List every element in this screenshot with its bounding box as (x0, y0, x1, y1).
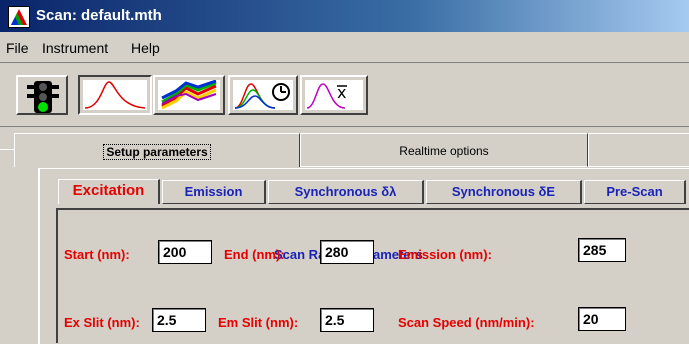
menu-help[interactable]: Help (131, 40, 160, 56)
scan-speed-label: Scan Speed (nm/min): (398, 315, 535, 330)
menu-instrument[interactable]: Instrument (42, 40, 108, 56)
traffic-light-icon (27, 81, 59, 113)
time-scan-button[interactable] (228, 75, 298, 115)
single-spectrum-button[interactable] (78, 75, 152, 115)
subtab-excitation[interactable]: Excitation (58, 179, 160, 204)
window-title: Scan: default.mth (36, 7, 162, 24)
toolbar: x (0, 63, 689, 123)
menu-file[interactable]: File (6, 40, 29, 56)
scan-speed-input[interactable]: 20 (578, 307, 626, 331)
peak-average-button[interactable]: x (300, 75, 368, 115)
subtab-synchronous-de[interactable]: Synchronous δE (426, 180, 582, 204)
menu-bar: File Instrument Help (0, 32, 689, 63)
time-scan-icon (234, 83, 290, 109)
tab-setup-parameters[interactable]: Setup parameters (14, 133, 300, 167)
multi-spectrum-icon (161, 80, 217, 110)
single-peak-spectrum-icon (84, 81, 146, 109)
tab-realtime-options[interactable]: Realtime options (300, 133, 588, 167)
multi-spectrum-button[interactable] (153, 75, 225, 115)
title-bar[interactable]: Scan: default.mth (0, 0, 689, 32)
subtab-emission[interactable]: Emission (162, 180, 266, 204)
end-label: End (nm): (224, 247, 285, 262)
ex-slit-input[interactable]: 2.5 (152, 308, 206, 332)
start-input[interactable]: 200 (158, 240, 212, 264)
tab-more[interactable] (588, 133, 689, 167)
peak-average-icon: x (306, 83, 347, 109)
app-icon (8, 6, 30, 28)
em-slit-input[interactable]: 2.5 (320, 308, 374, 332)
end-input[interactable]: 280 (320, 240, 374, 264)
subtab-prescan[interactable]: Pre-Scan (584, 180, 686, 204)
tab-setup-label: Setup parameters (103, 144, 211, 160)
tab-realtime-label: Realtime options (399, 144, 489, 158)
emission-label: Emission (nm): (398, 247, 492, 262)
em-slit-label: Em Slit (nm): (218, 315, 299, 330)
emission-input[interactable]: 285 (578, 238, 626, 262)
main-tab-row: Setup parameters Realtime options (0, 126, 689, 169)
subtab-synchronous-dlambda[interactable]: Synchronous δλ (268, 180, 424, 204)
start-label: Start (nm): (64, 247, 130, 262)
traffic-light-button[interactable] (16, 75, 68, 115)
ex-slit-label: Ex Slit (nm): (64, 315, 140, 330)
